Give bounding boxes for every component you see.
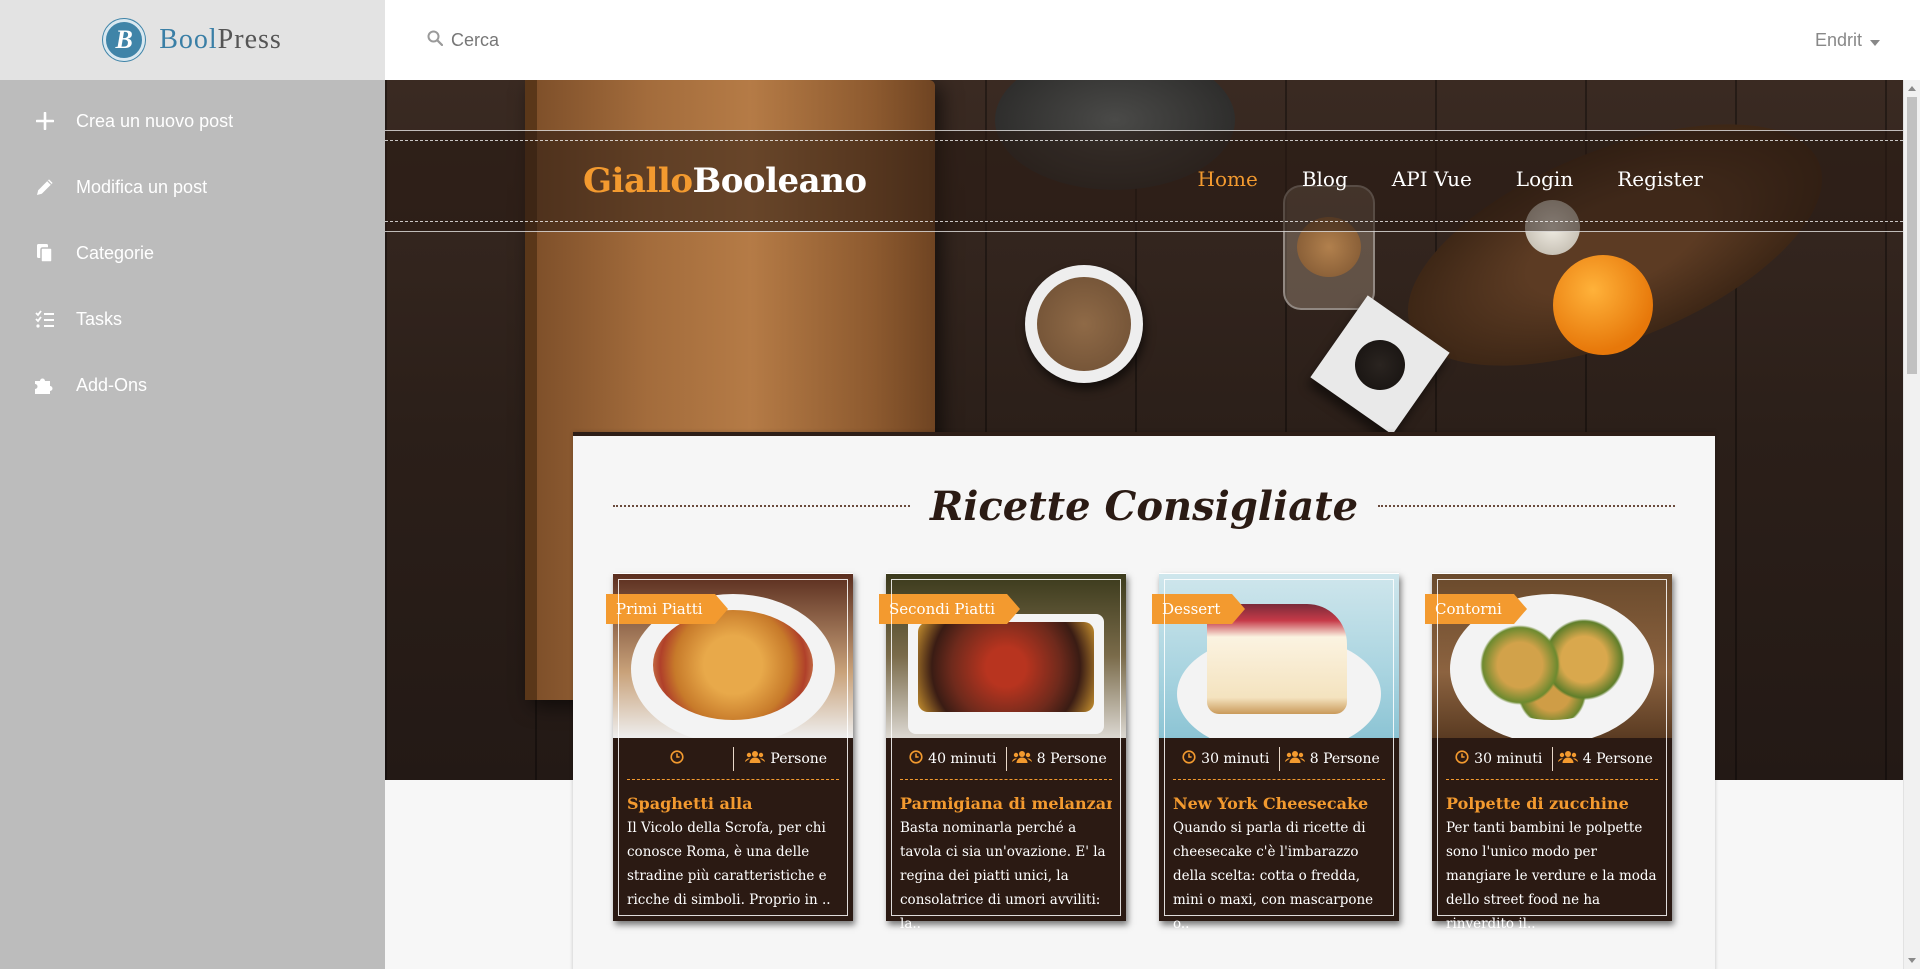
people-icon <box>1284 750 1305 768</box>
recipe-excerpt: Il Vicolo della Scrofa, per chi conosce … <box>627 820 831 908</box>
sidebar-item-edit-post[interactable]: Modifica un post <box>0 154 385 220</box>
section-title: Ricette Consigliate <box>929 482 1359 530</box>
search-box <box>427 29 751 51</box>
sidebar-item-new-post[interactable]: Crea un nuovo post <box>0 88 385 154</box>
sidebar-item-label: Modifica un post <box>76 176 208 197</box>
recipes-panel: Ricette Consigliate Primi Piatti Persone… <box>573 432 1715 969</box>
recipe-card[interactable]: Dessert 30 minuti 8 Persone New York Che… <box>1152 573 1399 932</box>
section-heading: Ricette Consigliate <box>613 476 1675 536</box>
recipe-excerpt: Quando si parla di ricette di cheesecake… <box>1173 820 1374 932</box>
clock-icon <box>1455 749 1469 768</box>
servings: Persone <box>770 750 828 767</box>
recipe-card[interactable]: Primi Piatti Persone Spaghetti alla Il V… <box>606 573 853 921</box>
admin-topbar: Endrit <box>385 0 1920 80</box>
recipe-meta: 30 minuti 8 Persone <box>1173 738 1385 780</box>
prep-time: 30 minuti <box>1474 750 1543 767</box>
orange-image <box>1553 255 1653 355</box>
caret-down-icon <box>1870 30 1880 51</box>
people-icon <box>1011 750 1032 768</box>
admin-sidebar: B BoolPress Crea un nuovo post Modifica … <box>0 0 385 969</box>
nav-link-login[interactable]: Login <box>1516 167 1573 191</box>
admin-brand[interactable]: B BoolPress <box>0 0 385 80</box>
clock-icon <box>1182 749 1196 768</box>
clock-icon <box>670 749 684 768</box>
sidebar-item-addons[interactable]: Add-Ons <box>0 352 385 418</box>
recipe-meta: Persone <box>627 738 839 780</box>
sidebar-item-label: Categorie <box>76 242 155 263</box>
recipe-meta: 30 minuti 4 Persone <box>1446 738 1658 780</box>
puzzle-icon <box>32 375 58 395</box>
boolpress-logo-icon: B <box>103 19 146 61</box>
category-badge[interactable]: Primi Piatti <box>606 594 728 624</box>
site-navbar: GialloBooleano Home Blog API Vue Login R… <box>385 130 1903 232</box>
sidebar-item-tasks[interactable]: Tasks <box>0 286 385 352</box>
site-logo[interactable]: GialloBooleano <box>583 161 867 201</box>
category-badge[interactable]: Secondi Piatti <box>879 594 1021 624</box>
recipe-excerpt: Basta nominarla perché a tavola ci sia u… <box>900 820 1106 932</box>
scroll-up-arrow-icon[interactable] <box>1908 86 1916 91</box>
recipe-cards: Primi Piatti Persone Spaghetti alla Il V… <box>606 573 1672 932</box>
sidebar-item-categories[interactable]: Categorie <box>0 220 385 286</box>
recipe-meta: 40 minuti 8 Persone <box>900 738 1112 780</box>
prep-time: 40 minuti <box>928 750 997 767</box>
people-icon <box>1557 750 1578 768</box>
nav-link-api-vue[interactable]: API Vue <box>1392 167 1472 191</box>
user-name: Endrit <box>1814 29 1862 50</box>
site-nav-links: Home Blog API Vue Login Register <box>1198 167 1703 191</box>
nav-link-register[interactable]: Register <box>1617 167 1703 191</box>
prep-time: 30 minuti <box>1201 750 1270 767</box>
recipe-title[interactable]: Spaghetti alla <box>627 794 839 813</box>
nav-link-blog[interactable]: Blog <box>1302 167 1348 191</box>
brand-name: BoolPress <box>159 24 282 55</box>
nav-link-home[interactable]: Home <box>1198 167 1258 191</box>
search-icon <box>427 30 444 51</box>
recipe-title[interactable]: Polpette di zucchine <box>1446 794 1658 813</box>
servings: 4 Persone <box>1582 750 1653 767</box>
copy-icon <box>32 243 58 263</box>
scroll-down-arrow-icon[interactable] <box>1908 958 1916 963</box>
page-scrollbar[interactable] <box>1903 80 1920 969</box>
spice-bowl-image <box>1025 265 1143 383</box>
pencil-icon <box>32 177 58 197</box>
category-badge[interactable]: Contorni <box>1425 594 1527 624</box>
site-preview: GialloBooleano Home Blog API Vue Login R… <box>385 80 1903 969</box>
servings: 8 Persone <box>1309 750 1380 767</box>
category-badge[interactable]: Dessert <box>1152 594 1246 624</box>
servings: 8 Persone <box>1036 750 1107 767</box>
people-icon <box>745 750 766 768</box>
sidebar-item-label: Tasks <box>76 308 123 329</box>
recipe-excerpt: Per tanti bambini le polpette sono l'uni… <box>1446 820 1657 932</box>
scrollbar-thumb[interactable] <box>1907 97 1917 374</box>
tasks-icon <box>32 310 58 328</box>
sidebar-item-label: Add-Ons <box>76 374 148 395</box>
recipe-card[interactable]: Secondi Piatti 40 minuti 8 Persone Parmi… <box>879 573 1126 932</box>
recipe-title[interactable]: Parmigiana di melanzane <box>900 794 1112 813</box>
sidebar-item-label: Crea un nuovo post <box>76 110 234 131</box>
recipe-card[interactable]: Contorni 30 minuti 4 Persone Polpette di… <box>1425 573 1672 932</box>
clock-icon <box>909 749 923 768</box>
sidebar-menu: Crea un nuovo post Modifica un post Cate… <box>0 80 385 418</box>
user-menu[interactable]: Endrit <box>1815 30 1880 51</box>
plus-icon <box>32 112 58 130</box>
recipe-title[interactable]: New York Cheesecake <box>1173 794 1385 813</box>
search-input[interactable] <box>451 29 751 51</box>
